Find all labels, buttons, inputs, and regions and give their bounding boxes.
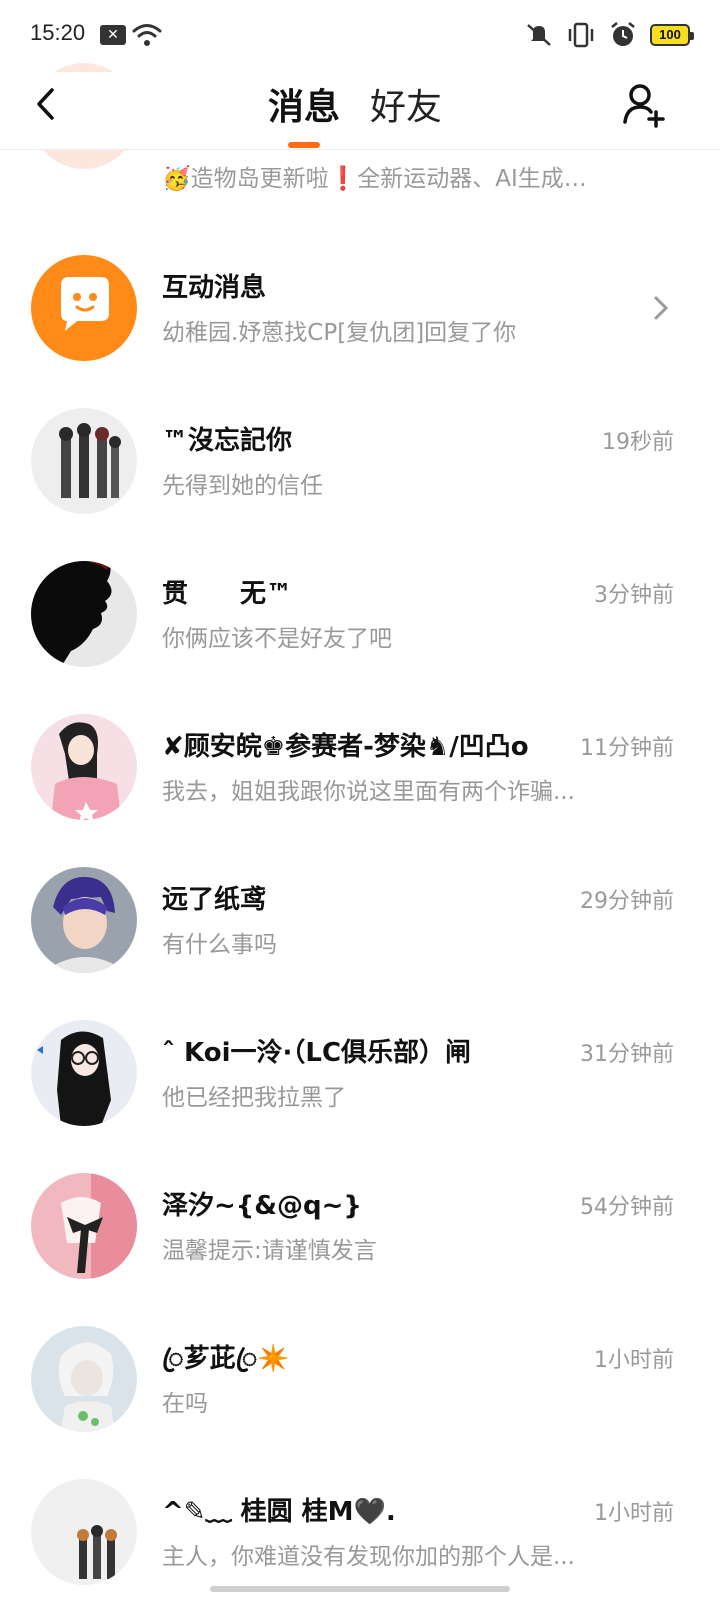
- list-item-preview: 幼稚园.妤蒽找CP[复仇团]回复了你: [162, 320, 517, 346]
- list-item-time: 1小时前: [594, 1501, 674, 1526]
- avatar: [31, 1326, 137, 1432]
- vibrate-icon: [568, 22, 594, 48]
- list-item-chat[interactable]: ꦿ芗茈ꦿ✴️ 1小时前 在吗: [0, 1322, 720, 1475]
- tab-messages[interactable]: 消息: [268, 78, 340, 130]
- active-tab-indicator: [288, 142, 320, 148]
- list-item-time: 29分钟前: [580, 889, 674, 914]
- list-item-time: 11分钟前: [580, 736, 674, 761]
- list-item-title: 泽汐~{&@q~}: [162, 1191, 362, 1221]
- list-item-title: ^✎﹏ 桂圆 桂M🖤.: [162, 1497, 396, 1527]
- list-item-time: 31分钟前: [580, 1042, 674, 1067]
- avatar: [31, 1173, 137, 1279]
- mute-vibrate-icon: [527, 24, 551, 46]
- interactive-message-avatar: [31, 255, 137, 361]
- list-item-title: 互动消息: [162, 273, 267, 303]
- top-nav: 消息 好友: [0, 72, 720, 150]
- list-item-preview: 温馨提示:请谨慎发言: [162, 1238, 377, 1264]
- avatar: [31, 561, 137, 667]
- list-item-chat[interactable]: 泽汐~{&@q~} 54分钟前 温馨提示:请谨慎发言: [0, 1169, 720, 1322]
- list-item-chat[interactable]: ™沒忘記你 19秒前 先得到她的信任: [0, 404, 720, 557]
- status-right-icons: 100: [524, 20, 694, 50]
- list-item-preview: 你俩应该不是好友了吧: [162, 626, 392, 652]
- chevron-right-icon: [654, 296, 669, 320]
- list-item-chat[interactable]: ˆ Koi一泠·（LC俱乐部）闸 31分钟前 他已经把我拉黑了: [0, 1016, 720, 1169]
- list-item-chat[interactable]: 贯 无™ 3分钟前 你俩应该不是好友了吧: [0, 557, 720, 710]
- list-item-time: 54分钟前: [580, 1195, 674, 1220]
- list-item-chat[interactable]: ^✎﹏ 桂圆 桂M🖤. 1小时前 主人，你难道没有发现你加的那个人是...: [0, 1475, 720, 1600]
- status-time: 15:20: [30, 20, 86, 45]
- list-item-time: 3分钟前: [594, 583, 674, 608]
- list-item-time: 1小时前: [594, 1348, 674, 1373]
- chat-bubble-face-icon: [61, 277, 109, 331]
- list-item-preview: 主人，你难道没有发现你加的那个人是...: [162, 1544, 575, 1570]
- avatar: [31, 867, 137, 973]
- list-item-time: 19秒前: [602, 430, 674, 455]
- home-indicator: [210, 1586, 510, 1592]
- alarm-icon: [611, 22, 635, 46]
- list-item-preview: 先得到她的信任: [162, 473, 323, 499]
- add-friend-icon[interactable]: [620, 80, 668, 128]
- avatar: [31, 408, 137, 514]
- list-item-interactive-messages[interactable]: 互动消息 幼稚园.妤蒽找CP[复仇团]回复了你: [0, 251, 720, 404]
- list-item-title: ˆ Koi一泠·（LC俱乐部）闸: [162, 1038, 472, 1068]
- list-item-title: 贯 无™: [162, 579, 293, 609]
- list-item-title: 远了纸鸢: [162, 885, 267, 915]
- back-arrow-icon[interactable]: [28, 82, 68, 126]
- list-item-title: ✘顾安皖♚参赛者-梦染♞/凹凸o: [162, 732, 529, 762]
- avatar: [31, 714, 137, 820]
- avatar: [31, 1020, 137, 1126]
- x-box-icon: ✕: [100, 25, 126, 45]
- battery-icon: 100: [650, 24, 694, 46]
- list-item-preview: 我去，姐姐我跟你说这里面有两个诈骗...: [162, 779, 575, 805]
- list-item-chat[interactable]: 远了纸鸢 29分钟前 有什么事吗: [0, 863, 720, 1016]
- list-item-preview: 有什么事吗: [162, 932, 277, 958]
- tab-friends[interactable]: 好友: [370, 78, 442, 130]
- list-item-preview: 他已经把我拉黑了: [162, 1085, 346, 1111]
- list-item-title: ™沒忘記你: [162, 426, 293, 456]
- avatar: [31, 1479, 137, 1585]
- list-item-preview: 在吗: [162, 1391, 208, 1417]
- list-item-preview: 🥳造物岛更新啦❗全新运动器、AI生成场...: [162, 166, 602, 192]
- wifi-icon: [132, 24, 162, 46]
- list-item-chat[interactable]: ✘顾安皖♚参赛者-梦染♞/凹凸o 11分钟前 我去，姐姐我跟你说这里面有两个诈骗…: [0, 710, 720, 863]
